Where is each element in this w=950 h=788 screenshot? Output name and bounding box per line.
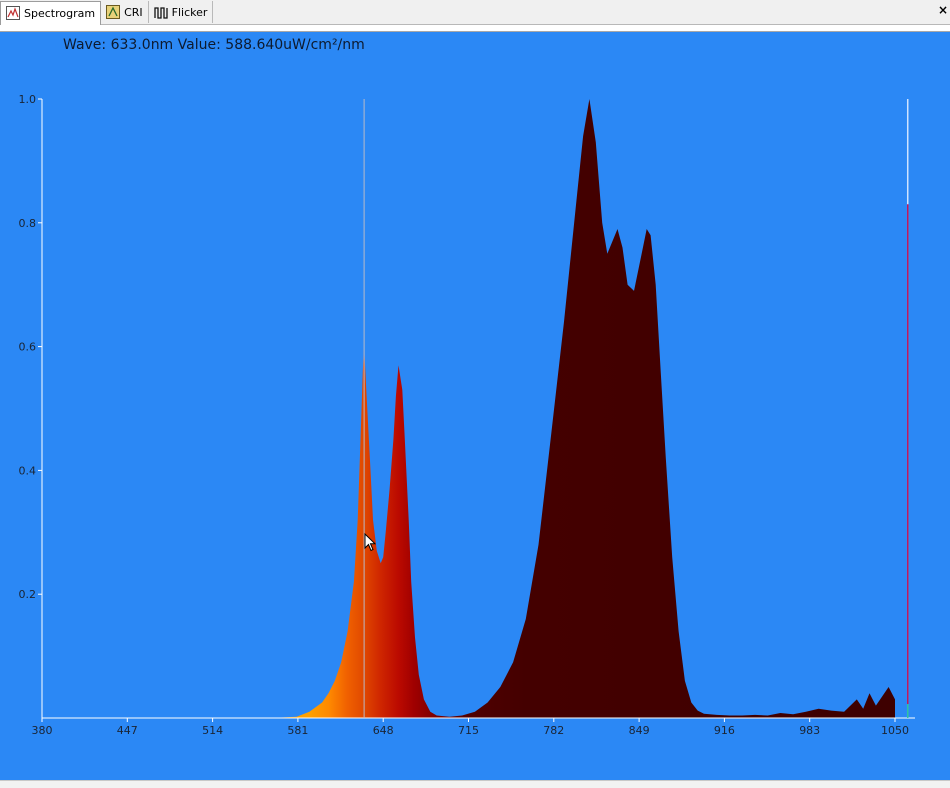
x-tick-label: 782: [543, 724, 564, 737]
y-tick-label: 0.6: [19, 341, 37, 354]
x-tick-label: 715: [458, 724, 479, 737]
x-tick-label: 1050: [881, 724, 909, 737]
y-tick-label: 1.0: [19, 93, 37, 106]
x-tick-label: 849: [629, 724, 650, 737]
cri-icon: [106, 5, 121, 19]
tab-label: CRI: [124, 5, 143, 19]
x-tick-label: 648: [373, 724, 394, 737]
y-tick-label: 0.2: [19, 588, 37, 601]
mouse-pointer-icon: [364, 532, 377, 556]
tab-cri[interactable]: CRI: [101, 1, 149, 23]
spectrum-chart: 380 447 514 581 648 715 782 849 916 983 1050 0.2 0.4…: [19, 93, 915, 737]
spectrum-plot[interactable]: Wave: 633.0nm Value: 588.640uW/cm²/nm 38…: [0, 32, 950, 780]
x-tick-label: 380: [32, 724, 53, 737]
x-tick-label: 447: [117, 724, 138, 737]
x-tick-label: 983: [799, 724, 820, 737]
toolbar-spacer: [0, 25, 950, 32]
tab-spectrogram[interactable]: Spectrogram: [0, 0, 102, 25]
tab-bar: Spectrogram CRI Flicker ×: [0, 0, 950, 25]
spectrum-area: [42, 99, 895, 718]
y-tick-label: 0.4: [19, 464, 37, 477]
tab-label: Spectrogram: [24, 6, 96, 20]
x-tick-label: 514: [202, 724, 223, 737]
x-tick-label: 581: [287, 724, 308, 737]
close-button[interactable]: ×: [938, 3, 948, 17]
y-tick-label: 0.8: [19, 217, 37, 230]
spectrogram-icon: [6, 6, 20, 20]
x-tick-label: 916: [714, 724, 735, 737]
flicker-icon: [154, 5, 168, 19]
tab-label: Flicker: [171, 5, 208, 19]
tab-flicker[interactable]: Flicker: [149, 1, 214, 23]
